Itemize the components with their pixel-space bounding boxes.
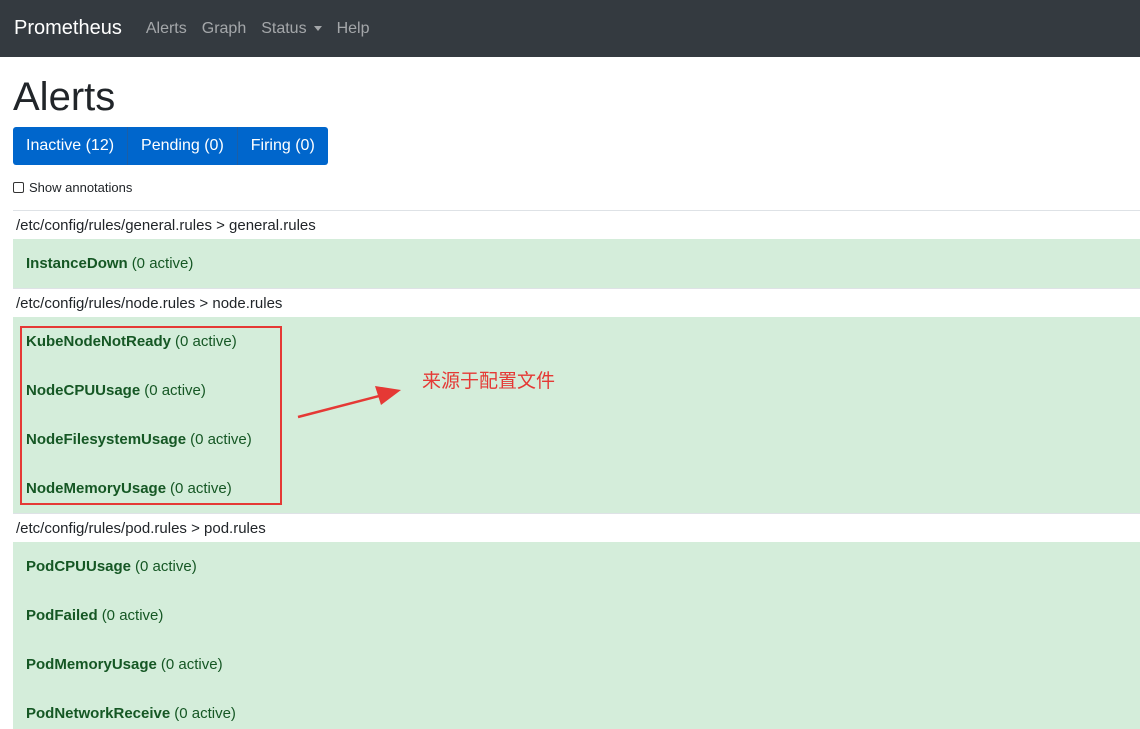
rule-groups: /etc/config/rules/general.rules > genera…	[13, 210, 1140, 729]
group-header-node: /etc/config/rules/node.rules > node.rule…	[13, 288, 1140, 317]
tab-inactive[interactable]: Inactive (12)	[13, 127, 129, 165]
show-annotations-row: Show annotations	[13, 180, 132, 195]
rule-name: InstanceDown	[26, 255, 128, 272]
rule-active-count: (0 active)	[175, 333, 237, 350]
rule-item-podmemoryusage[interactable]: PodMemoryUsage (0 active)	[13, 640, 1140, 689]
rule-item-podnetworkreceive[interactable]: PodNetworkReceive (0 active)	[13, 689, 1140, 729]
navbar: Prometheus Alerts Graph Status Help	[0, 0, 1140, 57]
nav-alerts-label: Alerts	[145, 19, 187, 37]
rule-active-count: (0 active)	[144, 382, 206, 399]
alert-state-tabs: Inactive (12) Pending (0) Firing (0)	[13, 127, 328, 165]
tab-pending[interactable]: Pending (0)	[128, 127, 238, 165]
tab-firing[interactable]: Firing (0)	[237, 127, 328, 165]
chevron-down-icon	[313, 26, 322, 31]
show-annotations-checkbox[interactable]	[13, 182, 24, 193]
page-title: Alerts	[13, 75, 116, 119]
annotation-text: 来源于配置文件	[422, 370, 556, 392]
rule-name: NodeCPUUsage	[26, 382, 141, 399]
rule-item-podcpuusage[interactable]: PodCPUUsage (0 active)	[13, 542, 1140, 591]
nav-help[interactable]: Help	[337, 20, 370, 38]
nav-help-label: Help	[336, 19, 370, 37]
rule-name: PodCPUUsage	[26, 558, 132, 575]
rule-active-count: (0 active)	[170, 480, 232, 497]
rule-item-nodefilesystemusage[interactable]: NodeFilesystemUsage (0 active)	[13, 415, 1140, 464]
group-header-general: /etc/config/rules/general.rules > genera…	[13, 210, 1140, 239]
rule-item-nodecpuusage[interactable]: NodeCPUUsage (0 active)	[13, 366, 1140, 415]
rule-item-kubenodenotready[interactable]: KubeNodeNotReady (0 active)	[13, 317, 1140, 366]
rule-name: NodeMemoryUsage	[26, 480, 167, 497]
rule-active-count: (0 active)	[190, 431, 252, 448]
rule-item-instancedown[interactable]: InstanceDown (0 active)	[13, 239, 1140, 288]
nav-alerts[interactable]: Alerts	[146, 20, 187, 38]
rule-active-count: (0 active)	[131, 255, 194, 272]
rule-active-count: (0 active)	[101, 607, 164, 624]
nav-graph[interactable]: Graph	[202, 20, 246, 38]
nav-status-label: Status	[261, 19, 307, 37]
rule-item-nodememoryusage[interactable]: NodeMemoryUsage (0 active)	[13, 464, 1140, 513]
show-annotations-label[interactable]: Show annotations	[29, 180, 132, 195]
nav-status-dropdown[interactable]: Status	[261, 19, 322, 38]
nav-graph-label: Graph	[201, 19, 247, 37]
rule-active-count: (0 active)	[174, 705, 236, 722]
rule-name: PodFailed	[26, 607, 98, 624]
rule-item-podfailed[interactable]: PodFailed (0 active)	[13, 591, 1140, 640]
rule-active-count: (0 active)	[135, 558, 197, 575]
rule-name: KubeNodeNotReady	[26, 333, 172, 350]
brand-link[interactable]: Prometheus	[14, 17, 122, 40]
rule-name: NodeFilesystemUsage	[26, 431, 187, 448]
rule-name: PodMemoryUsage	[26, 656, 157, 673]
group-header-pod: /etc/config/rules/pod.rules > pod.rules	[13, 513, 1140, 542]
rule-active-count: (0 active)	[160, 656, 223, 673]
rule-name: PodNetworkReceive	[26, 705, 171, 722]
